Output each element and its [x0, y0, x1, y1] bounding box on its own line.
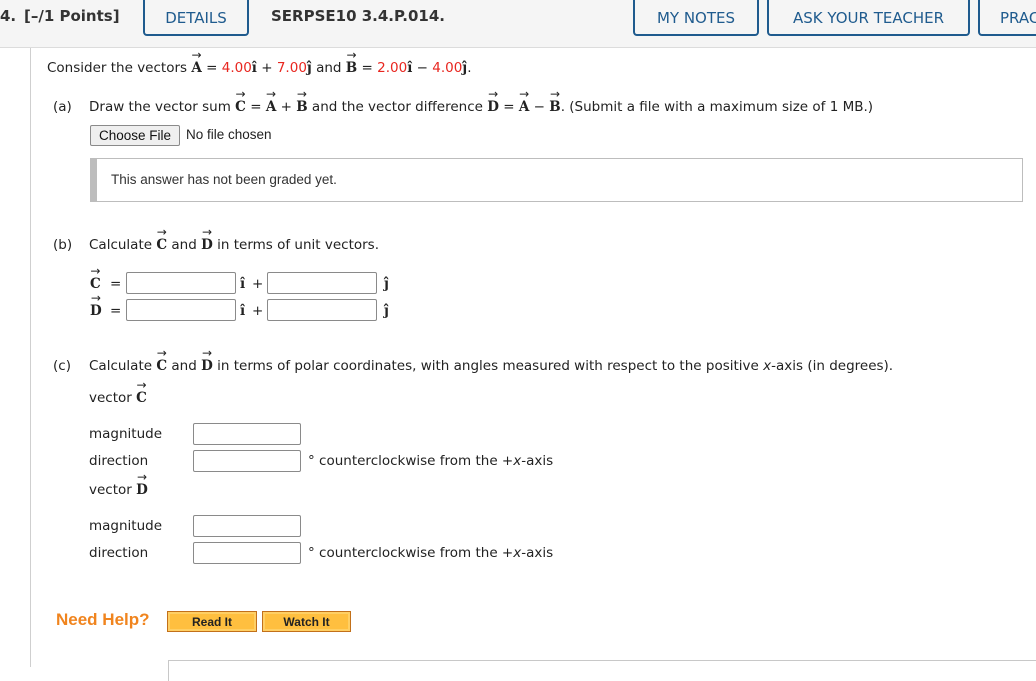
- equals: =: [250, 99, 262, 115]
- vector-b: B: [346, 60, 357, 76]
- vector-d: D: [136, 482, 148, 498]
- a-x-value: 4.00: [221, 60, 252, 76]
- part-a-prompt: Draw the vector sum C = A + B and the ve…: [89, 99, 873, 115]
- part-c-prompt: Calculate C and D in terms of polar coor…: [89, 358, 893, 374]
- equals: =: [206, 60, 218, 76]
- points-label: [–/1 Points]: [24, 7, 120, 25]
- vector-a: A: [519, 99, 529, 115]
- and-text: and: [171, 358, 197, 374]
- j-hat: ĵ: [384, 276, 389, 292]
- direction-label: direction: [89, 545, 149, 561]
- b-x-value: 2.00: [377, 60, 408, 76]
- choose-file-button[interactable]: Choose File: [90, 125, 180, 146]
- direction-unit: ° counterclockwise from the +x-axis: [308, 545, 553, 561]
- part-b-prompt: Calculate C and D in terms of unit vecto…: [89, 237, 379, 253]
- my-notes-button[interactable]: MY NOTES: [633, 0, 759, 36]
- j-hat: ĵ: [384, 303, 389, 319]
- vector-a: A: [191, 60, 201, 76]
- grading-status-text: This answer has not been graded yet.: [111, 172, 337, 187]
- plus: +: [252, 303, 264, 319]
- vector-title: vector: [89, 482, 132, 498]
- question-number: 4.: [0, 7, 17, 25]
- c-i-component-input[interactable]: [126, 272, 236, 294]
- vector-a: A: [266, 99, 276, 115]
- minus: −: [416, 60, 428, 76]
- unit-text: -axis: [521, 453, 554, 469]
- d-i-component-input[interactable]: [126, 299, 236, 321]
- equals: =: [110, 303, 122, 319]
- plus: +: [280, 99, 292, 115]
- part-a-label: (a): [53, 99, 72, 115]
- vector-d: D: [201, 358, 213, 374]
- x-axis-italic: x: [763, 358, 772, 374]
- question-header: 4. [–/1 Points] DETAILS SERPSE10 3.4.P.0…: [0, 0, 1036, 48]
- details-button[interactable]: DETAILS: [143, 0, 249, 36]
- d-direction-input[interactable]: [193, 542, 301, 564]
- vector-b: B: [549, 99, 560, 115]
- part-b-text: Calculate: [89, 237, 153, 253]
- vector-b: B: [296, 99, 307, 115]
- d-j-component-input[interactable]: [267, 299, 377, 321]
- vector-c: C: [156, 358, 167, 374]
- j-hat: ĵ: [306, 60, 312, 76]
- unit-text: ° counterclockwise from the +: [308, 453, 514, 469]
- need-help-label: Need Help?: [56, 610, 150, 629]
- plus: +: [261, 60, 273, 76]
- part-c-text: -axis (in degrees).: [771, 358, 894, 374]
- part-a-text: . (Submit a file with a maximum size of …: [560, 99, 874, 115]
- and-text: and: [171, 237, 197, 253]
- unit-text: -axis: [521, 545, 554, 561]
- vector-d: D: [90, 303, 102, 319]
- equals: =: [361, 60, 373, 76]
- d-magnitude-input[interactable]: [193, 515, 301, 537]
- practice-button[interactable]: PRAC: [978, 0, 1036, 36]
- c-direction-input[interactable]: [193, 450, 301, 472]
- a-y-value: 7.00: [276, 60, 307, 76]
- part-a-text: Draw the vector sum: [89, 99, 231, 115]
- problem-statement: Consider the vectors A = 4.00î + 7.00ĵ a…: [47, 60, 471, 76]
- part-c-text: Calculate: [89, 358, 153, 374]
- c-magnitude-input[interactable]: [193, 423, 301, 445]
- i-hat: î: [240, 276, 246, 292]
- part-c-label: (c): [53, 358, 71, 374]
- ask-your-teacher-button[interactable]: ASK YOUR TEACHER: [767, 0, 970, 36]
- vector-c: C: [90, 276, 101, 292]
- direction-label: direction: [89, 453, 149, 469]
- i-hat: î: [251, 60, 257, 76]
- magnitude-label: magnitude: [89, 426, 163, 442]
- part-a-text: and the vector difference: [311, 99, 483, 115]
- direction-unit: ° counterclockwise from the +x-axis: [308, 453, 553, 469]
- file-status: No file chosen: [186, 127, 272, 142]
- equals: =: [503, 99, 515, 115]
- vector-c: C: [156, 237, 167, 253]
- vector-title: vector: [89, 390, 132, 406]
- vector-d: D: [487, 99, 499, 115]
- minus: −: [533, 99, 545, 115]
- vector-d-heading: vector D: [89, 482, 148, 498]
- magnitude-label: magnitude: [89, 518, 163, 534]
- left-divider: [30, 48, 31, 667]
- vector-d: D: [201, 237, 213, 253]
- part-c-text: in terms of polar coordinates, with angl…: [217, 358, 759, 374]
- plus: +: [252, 276, 264, 292]
- next-section-box: [168, 660, 1036, 681]
- watch-it-button[interactable]: Watch It: [262, 611, 351, 632]
- vector-c: C: [235, 99, 246, 115]
- intro-text: Consider the vectors: [47, 60, 188, 76]
- unit-text: ° counterclockwise from the +: [308, 545, 514, 561]
- i-hat: î: [240, 303, 246, 319]
- grading-status-box: This answer has not been graded yet.: [90, 158, 1023, 202]
- vector-c: C: [136, 390, 147, 406]
- part-b-label: (b): [53, 237, 73, 253]
- period: .: [467, 60, 472, 76]
- i-hat: î: [407, 60, 413, 76]
- b-y-value: 4.00: [432, 60, 463, 76]
- problem-id: SERPSE10 3.4.P.014.: [271, 7, 445, 25]
- and-text: and: [316, 60, 342, 76]
- read-it-button[interactable]: Read It: [167, 611, 257, 632]
- equals: =: [110, 276, 122, 292]
- part-b-text: in terms of unit vectors.: [217, 237, 380, 253]
- vector-c-heading: vector C: [89, 390, 147, 406]
- c-j-component-input[interactable]: [267, 272, 377, 294]
